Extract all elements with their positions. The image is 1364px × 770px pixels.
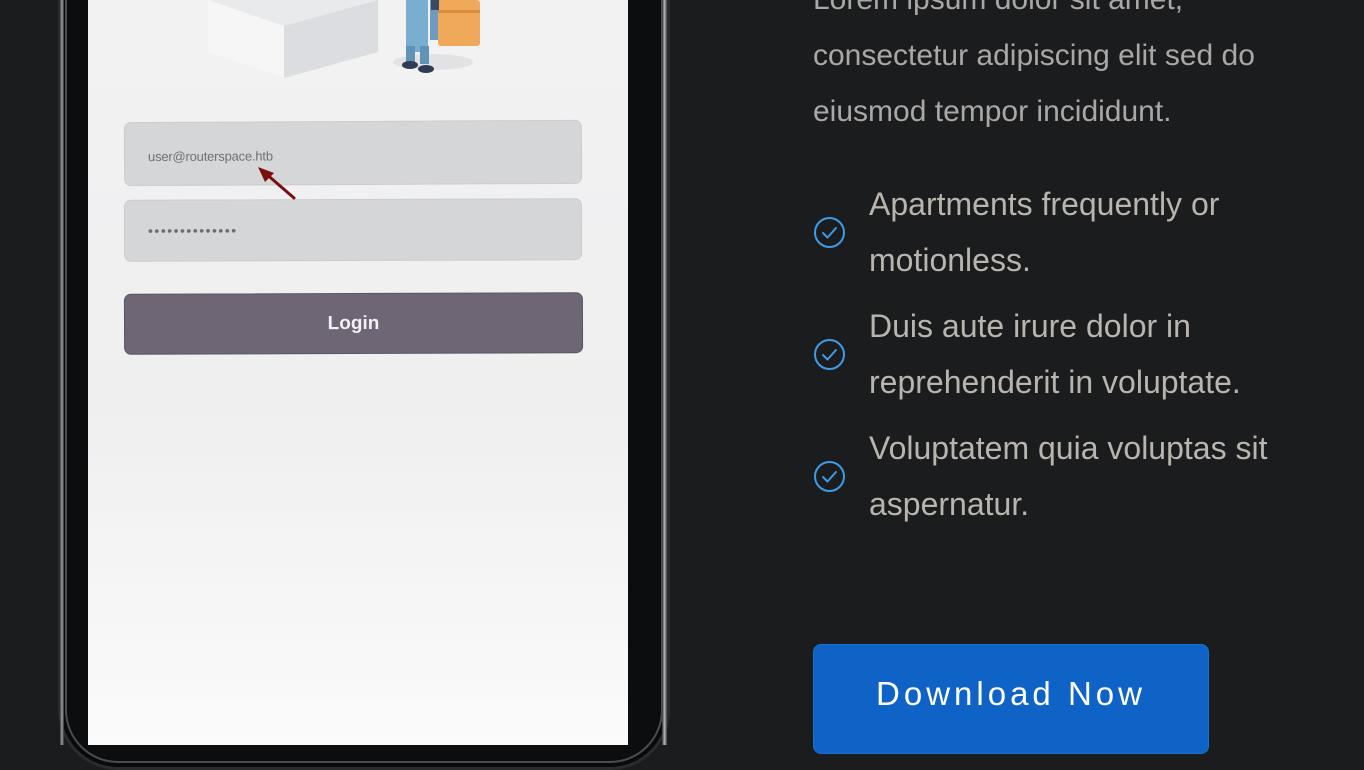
- feature-line-2: reprehenderit in voluptate.: [869, 364, 1241, 400]
- feature-text: Voluptatem quia voluptas sit aspernatur.: [869, 420, 1349, 532]
- phone-bezel-right: [662, 0, 667, 745]
- phone-screen: user@routerspace.htb •••••••••••••• Logi…: [88, 0, 628, 745]
- feature-line-1: Voluptatem quia voluptas sit: [869, 430, 1268, 466]
- feature-line-2: motionless.: [869, 242, 1031, 278]
- feature-text: Duis aute irure dolor in reprehenderit i…: [869, 298, 1349, 410]
- login-button[interactable]: Login: [123, 292, 584, 355]
- download-now-button[interactable]: Download Now: [813, 644, 1209, 754]
- intro-line-1: Lorem ipsum dolor sit amet,: [813, 0, 1358, 28]
- feature-item: Duis aute irure dolor in reprehenderit i…: [813, 298, 1353, 420]
- check-circle-icon: [814, 217, 845, 248]
- email-value: user@routerspace.htb: [147, 148, 273, 165]
- password-value: ••••••••••••••: [147, 222, 238, 239]
- feature-item: Voluptatem quia voluptas sit aspernatur.: [813, 420, 1353, 542]
- feature-line-2: aspernatur.: [869, 486, 1030, 522]
- intro-paragraph: Lorem ipsum dolor sit amet, consectetur …: [813, 0, 1358, 140]
- password-field[interactable]: ••••••••••••••: [123, 198, 583, 262]
- email-field[interactable]: user@routerspace.htb: [123, 119, 583, 187]
- check-circle-icon: [814, 339, 845, 370]
- phone-bezel-left: [60, 0, 64, 745]
- arrow-pointer-icon: [258, 167, 296, 200]
- intro-line-3: eiusmod tempor incididunt.: [813, 95, 1172, 128]
- check-circle-icon: [814, 461, 845, 492]
- isometric-illustration: [208, 0, 480, 78]
- intro-line-2: consectetur adipiscing elit sed do: [813, 39, 1255, 72]
- feature-item: Apartments frequently or motionless.: [813, 176, 1353, 298]
- feature-text: Apartments frequently or motionless.: [869, 176, 1349, 288]
- feature-line-1: Duis aute irure dolor in: [869, 308, 1191, 344]
- feature-line-1: Apartments frequently or: [869, 186, 1220, 222]
